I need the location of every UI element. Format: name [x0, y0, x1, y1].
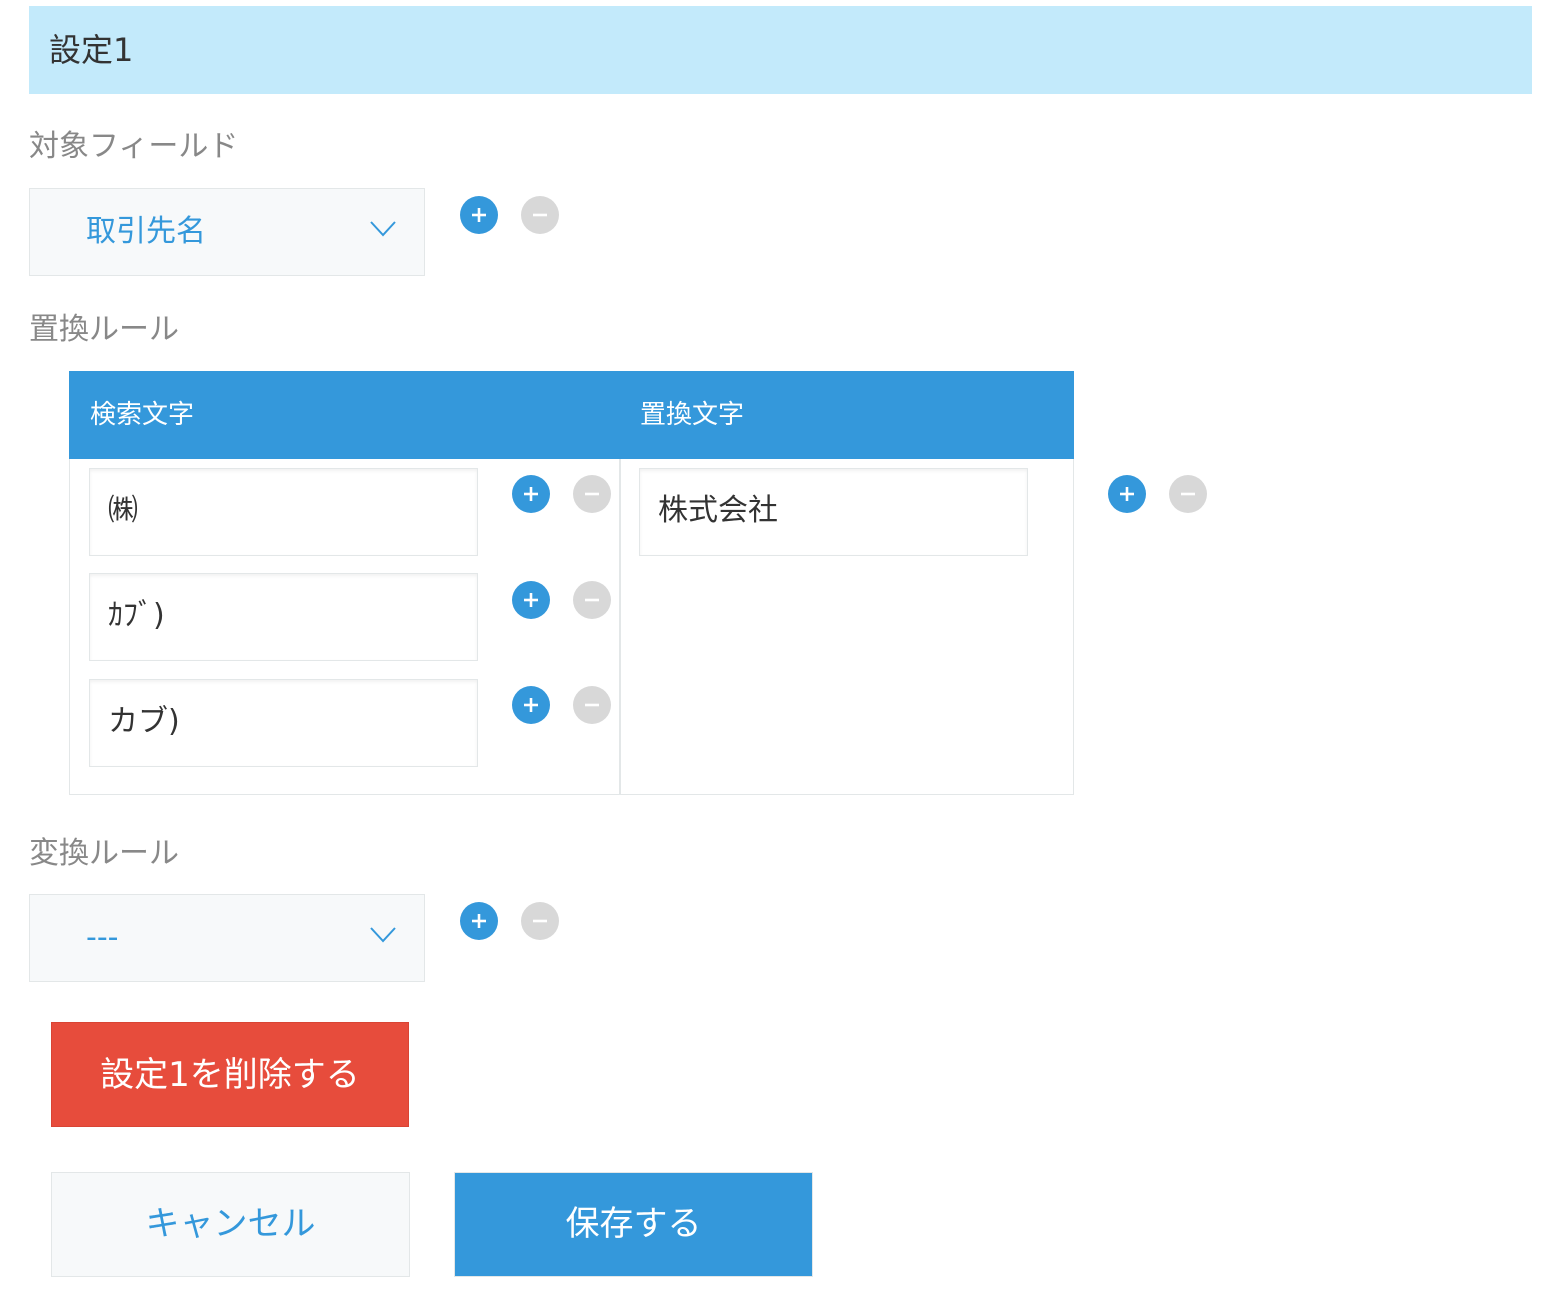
add-replace-rule-button[interactable]	[1108, 475, 1146, 513]
plus-circle-icon	[472, 914, 486, 928]
plus-circle-icon	[524, 487, 538, 501]
remove-search-row-button[interactable]	[573, 686, 611, 724]
add-target-field-button[interactable]	[460, 196, 498, 234]
replace-rule-label: 置換ルール	[29, 312, 179, 347]
cancel-button[interactable]: キャンセル	[51, 1172, 410, 1277]
plus-circle-icon	[524, 698, 538, 712]
remove-target-field-button[interactable]	[521, 196, 559, 234]
convert-rule-value: ---	[86, 920, 119, 955]
save-button[interactable]: 保存する	[454, 1172, 813, 1277]
plus-circle-icon	[1120, 487, 1134, 501]
convert-rule-label: 変換ルール	[29, 836, 179, 871]
minus-circle-icon	[585, 703, 599, 707]
plugin-settings-page: 設定1 対象フィールド 取引先名 置換ルール 検索文字 置換文字 ㈱ ｶﾌﾞ) …	[0, 0, 1556, 1293]
minus-circle-icon	[585, 492, 599, 496]
minus-circle-icon	[533, 213, 547, 217]
plus-circle-icon	[524, 593, 538, 607]
delete-setting-button[interactable]: 設定1を削除する	[51, 1022, 409, 1127]
minus-circle-icon	[1181, 492, 1195, 496]
search-text-input[interactable]: カブ)	[89, 679, 478, 767]
remove-convert-rule-button[interactable]	[521, 902, 559, 940]
chevron-down-icon	[370, 221, 396, 237]
add-convert-rule-button[interactable]	[460, 902, 498, 940]
column-divider	[619, 459, 621, 795]
target-field-label: 対象フィールド	[29, 129, 239, 164]
add-search-row-button[interactable]	[512, 475, 550, 513]
remove-search-row-button[interactable]	[573, 475, 611, 513]
search-text-input[interactable]: ㈱	[89, 468, 478, 556]
replace-rule-table-header: 検索文字 置換文字	[69, 371, 1074, 459]
setting-title: 設定1	[29, 6, 1532, 94]
target-field-value: 取引先名	[86, 214, 206, 249]
minus-circle-icon	[533, 919, 547, 923]
convert-rule-select[interactable]: ---	[29, 894, 425, 982]
replace-text-input[interactable]: 株式会社	[639, 468, 1028, 556]
plus-circle-icon	[472, 208, 486, 222]
minus-circle-icon	[585, 598, 599, 602]
search-column-header: 検索文字	[90, 400, 195, 430]
chevron-down-icon	[370, 927, 396, 943]
replace-column-header: 置換文字	[640, 400, 745, 430]
add-search-row-button[interactable]	[512, 686, 550, 724]
target-field-select[interactable]: 取引先名	[29, 188, 425, 276]
remove-replace-rule-button[interactable]	[1169, 475, 1207, 513]
search-text-input[interactable]: ｶﾌﾞ)	[89, 573, 478, 661]
remove-search-row-button[interactable]	[573, 581, 611, 619]
add-search-row-button[interactable]	[512, 581, 550, 619]
